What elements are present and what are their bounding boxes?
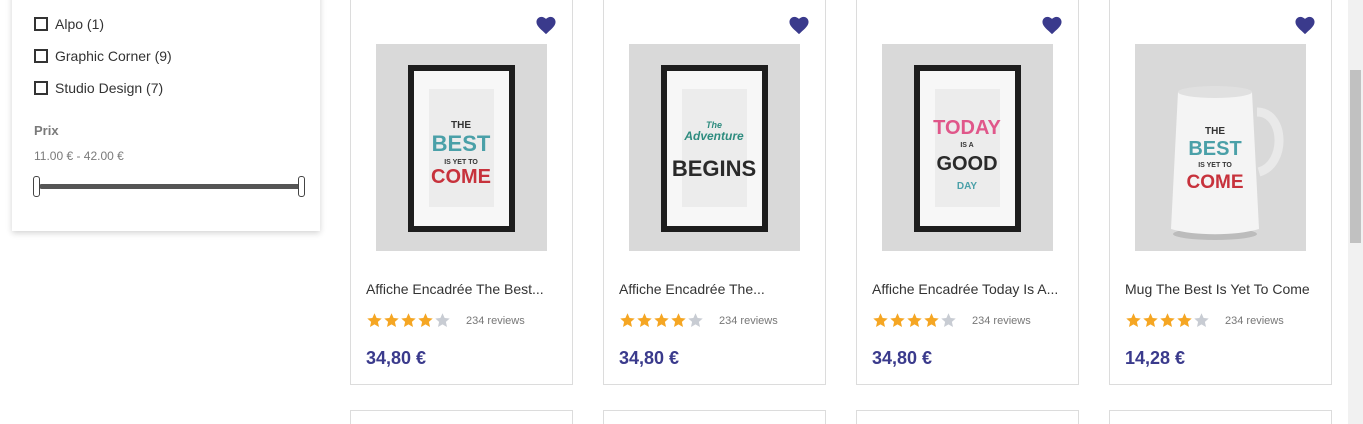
star-icon: [654, 313, 669, 327]
star-icon: [418, 313, 433, 327]
star-icon: [671, 313, 686, 327]
star-icon: [924, 313, 939, 327]
checkbox[interactable]: [34, 49, 48, 63]
checkbox[interactable]: [34, 81, 48, 95]
star-icon: [941, 313, 956, 327]
product-image[interactable]: THE BEST IS YET TO COME: [1135, 44, 1306, 251]
brand-filter-alpo[interactable]: Alpo (1): [34, 8, 172, 40]
star-rating: [872, 312, 957, 329]
brand-filter-studio-design[interactable]: Studio Design (7): [34, 72, 172, 104]
price-slider-max-handle[interactable]: [298, 176, 305, 197]
product-rating: 234 reviews: [872, 312, 1031, 329]
star-icon: [688, 313, 703, 327]
product-price: 34,80 €: [366, 348, 427, 368]
poster-text: COME: [1187, 172, 1244, 193]
poster-text: Adventure: [683, 129, 744, 143]
star-icon: [367, 313, 382, 327]
poster-text: BEST: [1188, 138, 1241, 160]
product-name[interactable]: Affiche Encadrée The Best...: [366, 281, 561, 297]
star-icon: [1194, 313, 1209, 327]
review-count[interactable]: 234 reviews: [466, 315, 525, 327]
price-slider-min-handle[interactable]: [33, 176, 40, 197]
star-rating: [1125, 312, 1210, 329]
product-card[interactable]: THE BEST IS YET TO COME Affiche Encadrée The…: [350, 0, 573, 385]
heart-icon[interactable]: [1041, 15, 1063, 35]
heart-icon[interactable]: [535, 15, 557, 35]
product-card[interactable]: THE BEST IS YET TO COME Mug The Best Is Yet …: [1109, 0, 1332, 385]
product-card[interactable]: [603, 410, 826, 424]
poster-text: IS YET TO: [444, 159, 478, 166]
poster-text: THE: [451, 120, 471, 131]
review-count[interactable]: 234 reviews: [719, 315, 778, 327]
poster-text: TODAY: [933, 117, 1001, 139]
brand-label: Graphic Corner (9): [55, 48, 172, 64]
poster-text: IS A: [960, 142, 973, 149]
star-rating: [619, 312, 704, 329]
product-card[interactable]: [1109, 410, 1332, 424]
product-name[interactable]: Affiche Encadrée Today Is A...: [872, 281, 1067, 297]
scrollbar-thumb[interactable]: [1350, 70, 1361, 243]
product-card[interactable]: [350, 410, 573, 424]
page-scrollbar[interactable]: [1348, 0, 1363, 424]
product-name[interactable]: Affiche Encadrée The...: [619, 281, 814, 297]
product-image[interactable]: The Adventure BEGINS: [629, 44, 800, 251]
product-card[interactable]: [856, 410, 1079, 424]
poster-text: DAY: [957, 181, 978, 192]
product-image[interactable]: THE BEST IS YET TO COME: [376, 44, 547, 251]
price-filter-title: Prix: [34, 123, 59, 138]
heart-icon[interactable]: [1294, 15, 1316, 35]
poster-text: COME: [431, 166, 491, 188]
product-rating: 234 reviews: [366, 312, 525, 329]
product-rating: 234 reviews: [619, 312, 778, 329]
heart-icon[interactable]: [788, 15, 810, 35]
price-range-value: 11.00 € - 42.00 €: [34, 149, 124, 163]
star-icon: [1126, 313, 1141, 327]
product-card[interactable]: The Adventure BEGINS Affiche Encadrée The..…: [603, 0, 826, 385]
brand-label: Studio Design (7): [55, 80, 164, 96]
review-count[interactable]: 234 reviews: [1225, 315, 1284, 327]
star-icon: [890, 313, 905, 327]
star-icon: [907, 313, 922, 327]
brand-label: Alpo (1): [55, 16, 105, 32]
product-image[interactable]: TODAY IS A GOOD DAY: [882, 44, 1053, 251]
product-price: 34,80 €: [872, 348, 933, 368]
star-rating: [366, 312, 451, 329]
product-price: 14,28 €: [1125, 348, 1186, 368]
review-count[interactable]: 234 reviews: [972, 315, 1031, 327]
star-icon: [873, 313, 888, 327]
star-icon: [1143, 313, 1158, 327]
star-icon: [637, 313, 652, 327]
product-name[interactable]: Mug The Best Is Yet To Come: [1125, 281, 1320, 297]
poster-text: THE: [1205, 126, 1225, 137]
checkbox[interactable]: [34, 17, 48, 31]
star-icon: [620, 313, 635, 327]
poster-text: BEST: [432, 131, 491, 156]
star-icon: [1177, 313, 1192, 327]
poster-text: BEGINS: [672, 156, 756, 181]
brand-filter-graphic-corner[interactable]: Graphic Corner (9): [34, 40, 172, 72]
star-icon: [1160, 313, 1175, 327]
brand-filter-list: Alpo (1) Graphic Corner (9) Studio Desig…: [34, 8, 172, 104]
product-card[interactable]: TODAY IS A GOOD DAY Affiche Encadrée Today I…: [856, 0, 1079, 385]
poster-text: GOOD: [936, 153, 997, 175]
product-price: 34,80 €: [619, 348, 680, 368]
price-slider-track[interactable]: [39, 184, 301, 189]
star-icon: [435, 313, 450, 327]
filter-panel: Alpo (1) Graphic Corner (9) Studio Desig…: [12, 0, 320, 231]
star-icon: [401, 313, 416, 327]
product-rating: 234 reviews: [1125, 312, 1284, 329]
poster-text: IS YET TO: [1198, 162, 1232, 169]
star-icon: [384, 313, 399, 327]
